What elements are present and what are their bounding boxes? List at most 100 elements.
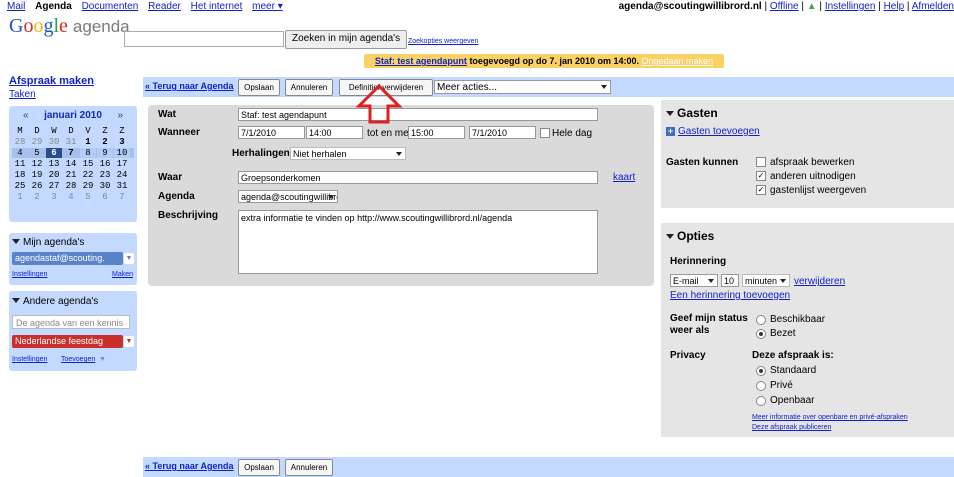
add-calendar-link[interactable]: Toevoegen — [61, 356, 95, 363]
search-input[interactable] — [124, 31, 284, 47]
nav-meer[interactable]: meer ▾ — [252, 1, 283, 12]
my-calendars-settings[interactable]: Instellingen — [12, 271, 47, 278]
search-button[interactable]: Zoeken in mijn agenda's — [285, 30, 408, 49]
calendar-day[interactable]: 16 — [97, 159, 113, 169]
prev-month-icon[interactable]: « — [23, 110, 29, 121]
all-day-checkbox[interactable] — [540, 128, 550, 138]
privacy-radio[interactable] — [756, 366, 766, 376]
privacy-radio[interactable] — [756, 396, 766, 406]
add-reminder-link[interactable]: Een herinnering toevoegen — [670, 290, 790, 301]
google-agenda-logo[interactable]: Google agenda — [9, 14, 130, 39]
reminder-type-select[interactable]: E-mail — [670, 274, 718, 287]
calendar-day[interactable]: 18 — [12, 170, 28, 180]
calendar-day[interactable]: 22 — [80, 170, 96, 180]
nav-het-internet[interactable]: Het internet — [191, 1, 243, 12]
publish-event-link[interactable]: Deze afspraak publiceren — [752, 424, 831, 431]
help-link[interactable]: Help — [884, 1, 905, 12]
more-actions-select[interactable]: Meer acties... — [434, 80, 611, 94]
calendar-day[interactable]: 13 — [46, 159, 62, 169]
save-button[interactable]: Opslaan — [238, 79, 280, 96]
add-guests-link[interactable]: Gasten toevoegen — [678, 126, 760, 137]
calendar-day[interactable]: 3 — [114, 137, 130, 147]
calendar-day[interactable]: 20 — [46, 170, 62, 180]
calendar-day[interactable]: 6 — [97, 192, 113, 202]
calendar-day[interactable]: 8 — [80, 148, 96, 158]
calendar-day[interactable]: 9 — [97, 148, 113, 158]
calendar-day[interactable]: 26 — [29, 181, 45, 191]
nav-mail[interactable]: Mail — [7, 1, 25, 12]
reminder-amount-input[interactable]: 10 — [721, 274, 739, 287]
calendar-day[interactable]: 30 — [97, 181, 113, 191]
calendar-dropdown-icon[interactable]: ▼ — [124, 253, 134, 264]
create-calendar-link[interactable]: Maken — [112, 271, 133, 278]
calendar-day[interactable]: 25 — [12, 181, 28, 191]
my-calendar-item[interactable]: agendastaf@scouting. — [12, 252, 123, 265]
add-friend-calendar-input[interactable]: De agenda van een kennis — [12, 315, 130, 329]
calendar-day[interactable]: 3 — [46, 192, 62, 202]
calendar-day[interactable]: 24 — [114, 170, 130, 180]
calendar-day[interactable]: 5 — [29, 148, 45, 158]
calendar-day[interactable]: 28 — [12, 137, 28, 147]
reminder-unit-select[interactable]: minuten — [742, 274, 790, 287]
start-date-input[interactable]: 7/1/2010 — [238, 126, 305, 139]
back-to-agenda-link-bottom[interactable]: « Terug naar Agenda — [145, 461, 234, 471]
cancel-button-bottom[interactable]: Annuleren — [285, 459, 333, 476]
calendar-day[interactable]: 4 — [12, 148, 28, 158]
calendar-day[interactable]: 12 — [29, 159, 45, 169]
calendar-day[interactable]: 17 — [114, 159, 130, 169]
guest-permission-checkbox[interactable] — [756, 157, 766, 167]
tasks-link[interactable]: Taken — [9, 89, 36, 100]
save-button-bottom[interactable]: Opslaan — [238, 459, 280, 476]
notification-event-link[interactable]: Staf: test agendapunt — [375, 56, 467, 66]
status-radio[interactable] — [756, 315, 766, 325]
calendar-day[interactable]: 1 — [80, 137, 96, 147]
calendar-day[interactable]: 21 — [63, 170, 79, 180]
start-time-input[interactable]: 14:00 — [306, 126, 363, 139]
add-dropdown-icon[interactable]: ▼ — [99, 356, 106, 363]
calendar-day[interactable]: 15 — [80, 159, 96, 169]
calendar-day[interactable]: 4 — [63, 192, 79, 202]
calendar-day[interactable]: 7 — [114, 192, 130, 202]
reminder-remove-link[interactable]: verwijderen — [794, 276, 845, 287]
calendar-day[interactable]: 7 — [63, 148, 79, 158]
where-input[interactable]: Groepsonderkomen — [238, 171, 598, 184]
my-calendars-header[interactable]: Mijn agenda's — [12, 237, 84, 248]
calendar-day[interactable]: 1 — [12, 192, 28, 202]
calendar-day[interactable]: 23 — [97, 170, 113, 180]
calendar-day[interactable]: 2 — [97, 137, 113, 147]
calendar-day[interactable]: 31 — [114, 181, 130, 191]
undo-link[interactable]: Ongedaan maken — [642, 56, 714, 66]
nav-reader[interactable]: Reader — [148, 1, 181, 12]
add-guests-row[interactable]: + Gasten toevoegen — [666, 126, 760, 137]
calendar-day[interactable]: 10 — [114, 148, 130, 158]
calendar-select[interactable]: agenda@scoutingwillibrord — [238, 190, 338, 203]
calendar-day[interactable]: 28 — [63, 181, 79, 191]
next-month-icon[interactable]: » — [117, 110, 123, 121]
status-radio[interactable] — [756, 329, 766, 339]
calendar-day[interactable]: 31 — [63, 137, 79, 147]
end-date-input[interactable]: 7/1/2010 — [469, 126, 536, 139]
description-textarea[interactable]: extra informatie te vinden op http://www… — [238, 210, 598, 274]
calendar-day[interactable]: 11 — [12, 159, 28, 169]
settings-link[interactable]: Instellingen — [825, 1, 876, 12]
offline-link[interactable]: Offline — [770, 1, 799, 12]
calendar-day[interactable]: 27 — [46, 181, 62, 191]
repeat-select[interactable]: Niet herhalen — [290, 147, 406, 160]
privacy-info-link[interactable]: Meer informatie over openbare en privé-a… — [752, 414, 908, 421]
calendar-day[interactable]: 29 — [29, 137, 45, 147]
guest-permission-checkbox[interactable]: ✓ — [756, 185, 766, 195]
make-appointment-link[interactable]: Afspraak maken — [9, 75, 94, 87]
privacy-radio[interactable] — [756, 381, 766, 391]
nav-agenda[interactable]: Agenda — [35, 1, 72, 12]
search-options-link[interactable]: Zoekopties weergeven — [408, 38, 478, 45]
calendar-day[interactable]: 14 — [63, 159, 79, 169]
calendar-day[interactable]: 5 — [80, 192, 96, 202]
options-header[interactable]: Opties — [666, 229, 714, 243]
guest-permission-checkbox[interactable]: ✓ — [756, 171, 766, 181]
nav-documenten[interactable]: Documenten — [82, 1, 139, 12]
holiday-calendar-item[interactable]: Nederlandse feestdag — [12, 335, 123, 348]
calendar-day[interactable]: 29 — [80, 181, 96, 191]
calendar-day[interactable]: 2 — [29, 192, 45, 202]
calendar-day[interactable]: 6 — [46, 148, 62, 158]
cancel-button[interactable]: Annuleren — [285, 79, 333, 96]
